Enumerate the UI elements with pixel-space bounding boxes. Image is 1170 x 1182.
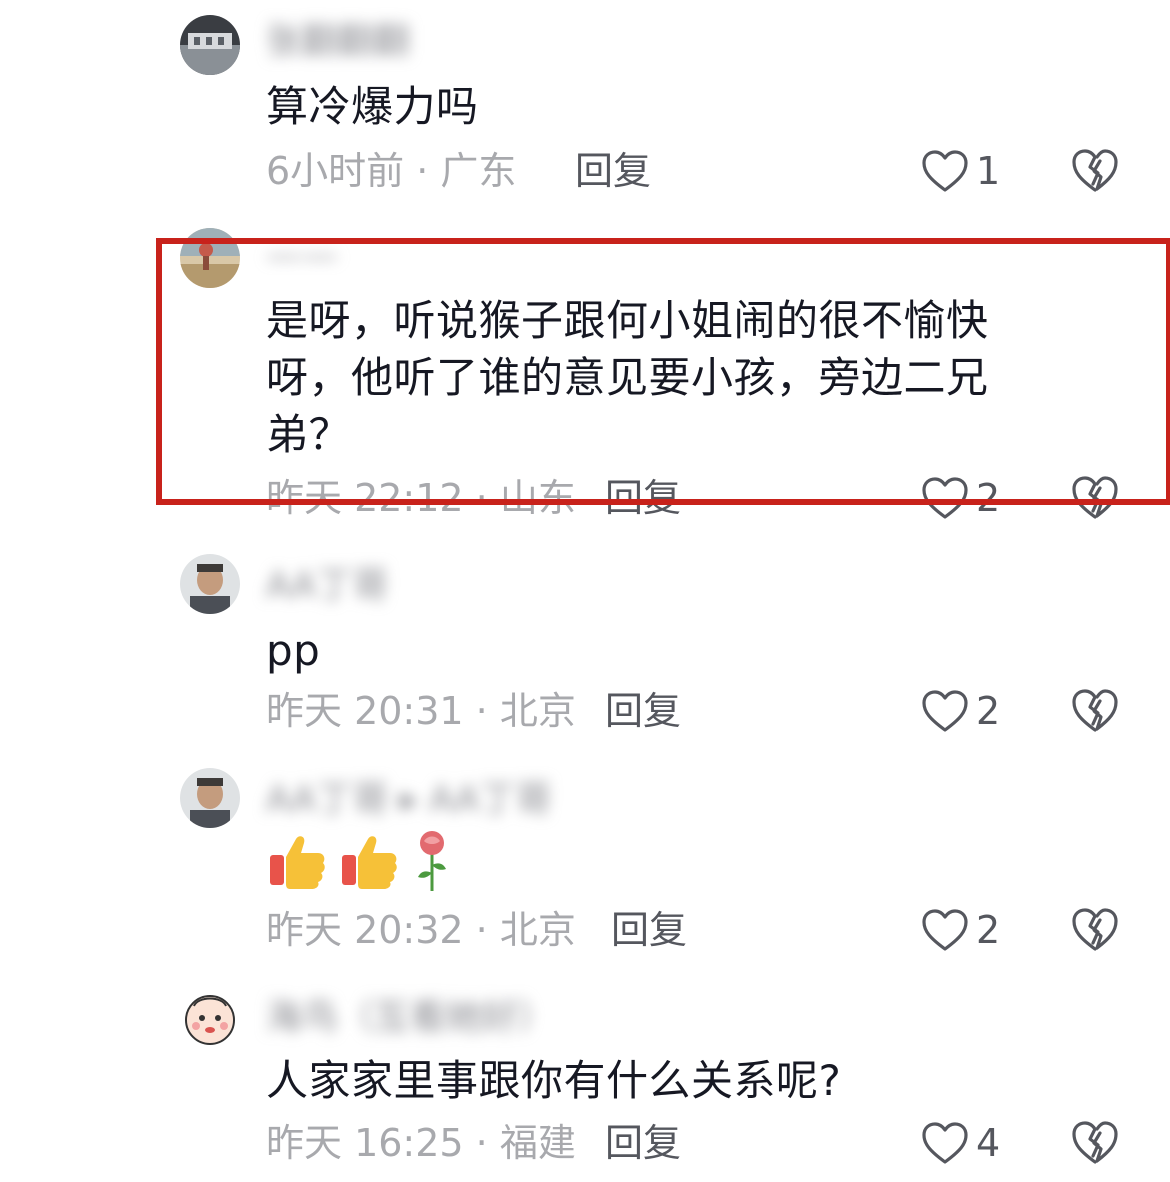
like-count: 2: [976, 908, 1001, 952]
comment-meta: 昨天 20:32 · 北京: [266, 908, 576, 952]
username[interactable]: ——: [266, 236, 338, 276]
like-count: 2: [976, 476, 1001, 520]
reply-button[interactable]: 回复: [605, 475, 681, 521]
like-count: 1: [976, 149, 1001, 193]
username[interactable]: 张翻翻翻: [266, 22, 410, 62]
dislike-button[interactable]: [1070, 473, 1120, 523]
comment-meta: 昨天 22:12 · 山东: [266, 476, 576, 520]
dislike-button[interactable]: [1070, 905, 1120, 955]
avatar[interactable]: [180, 15, 240, 75]
dislike-button[interactable]: [1070, 146, 1120, 196]
broken-heart-icon: [1072, 1121, 1118, 1164]
comment-meta: 昨天 16:25 · 福建: [266, 1121, 576, 1165]
broken-heart-icon: [1072, 689, 1118, 732]
heart-outline-icon: [922, 909, 968, 951]
comment-text: 是呀，听说猴子跟何小姐闹的很不愉快呀，他听了谁的意见要小孩，旁边二兄弟？: [266, 296, 989, 459]
heart-outline-icon: [922, 690, 968, 732]
like-button[interactable]: 2: [920, 905, 1000, 955]
emoji-content: [266, 828, 454, 894]
broken-heart-icon: [1072, 476, 1118, 519]
comment-text: 人家家里事跟你有什么关系呢?: [266, 1056, 842, 1105]
username[interactable]: AA丁哥: [266, 566, 388, 606]
like-button[interactable]: 2: [920, 473, 1000, 523]
broken-heart-icon: [1072, 908, 1118, 951]
thumbs-up-emoji: [270, 836, 325, 889]
thumbs-up-emoji: [342, 836, 397, 889]
broken-heart-icon: [1072, 149, 1118, 192]
reply-button[interactable]: 回复: [611, 907, 687, 953]
reply-button[interactable]: 回复: [605, 688, 681, 734]
comment-meta: 昨天 20:31 · 北京: [266, 689, 576, 733]
heart-outline-icon: [922, 150, 968, 192]
avatar[interactable]: [180, 554, 240, 614]
like-count: 4: [976, 1121, 1001, 1165]
like-button[interactable]: 4: [920, 1118, 1000, 1168]
like-button[interactable]: 2: [920, 686, 1000, 736]
heart-outline-icon: [922, 1122, 968, 1164]
dislike-button[interactable]: [1070, 686, 1120, 736]
username[interactable]: AA丁哥 ▸ AA丁哥: [266, 780, 551, 820]
heart-outline-icon: [922, 477, 968, 519]
rose-emoji: [418, 831, 446, 891]
like-count: 2: [976, 689, 1001, 733]
comment-text: 算冷爆力吗: [266, 82, 479, 131]
like-button[interactable]: 1: [920, 146, 1000, 196]
avatar[interactable]: [180, 228, 240, 288]
username[interactable]: 海鸟（互看她好）: [266, 998, 554, 1038]
dislike-button[interactable]: [1070, 1118, 1120, 1168]
avatar[interactable]: [180, 768, 240, 828]
comment-text: pp: [266, 626, 321, 675]
reply-button[interactable]: 回复: [605, 1120, 681, 1166]
avatar[interactable]: [180, 988, 240, 1048]
reply-button[interactable]: 回复: [575, 148, 651, 194]
comment-meta: 6小时前 · 广东: [266, 149, 517, 193]
